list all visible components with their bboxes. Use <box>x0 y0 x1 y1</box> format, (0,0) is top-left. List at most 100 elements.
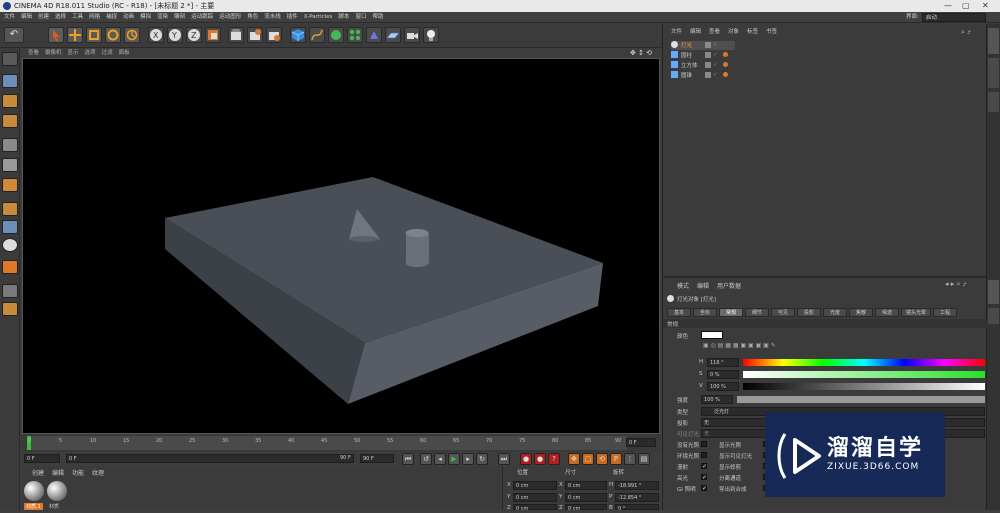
material-tag-icon[interactable] <box>723 72 728 77</box>
enabled-check[interactable]: ✓ <box>713 61 718 70</box>
viewport-menu-cameras[interactable]: 摄像机 <box>45 48 62 58</box>
tab-photometric[interactable]: 光度 <box>823 308 847 317</box>
saturation-slider[interactable] <box>743 371 985 378</box>
menu-snap[interactable]: 捕捉 <box>106 12 117 23</box>
3d-viewport[interactable] <box>22 58 660 434</box>
tab-shadow[interactable]: 投影 <box>797 308 821 317</box>
points-mode-icon[interactable] <box>2 138 18 152</box>
grid-icon[interactable] <box>2 302 18 316</box>
recent-tool-icon[interactable] <box>124 27 140 43</box>
move-icon[interactable] <box>67 27 83 43</box>
obj-menu-bookmarks[interactable]: 书签 <box>766 24 777 40</box>
tab-lens-flare[interactable]: 镜头光晕 <box>901 308 931 317</box>
tab-coord[interactable]: 坐标 <box>693 308 717 317</box>
enabled-check[interactable]: ✓ <box>713 41 718 50</box>
goto-start-button[interactable]: ⏮ <box>402 453 414 465</box>
attr-menu-edit[interactable]: 编辑 <box>697 283 709 290</box>
next-keyframe-button[interactable]: ↻ <box>476 453 488 465</box>
menu-motion-tracker[interactable]: 运动跟踪 <box>191 12 213 23</box>
menu-character[interactable]: 角色 <box>247 12 258 23</box>
value-field[interactable]: 100 % <box>707 382 739 391</box>
position-z-field[interactable]: 0 cm <box>513 504 557 512</box>
key-scale-button[interactable]: ▢ <box>582 453 594 465</box>
record-button[interactable]: ● <box>520 453 532 465</box>
render-to-picture-viewer-icon[interactable] <box>247 27 263 43</box>
intensity-field[interactable]: 100 % <box>701 395 733 404</box>
key-rotation-button[interactable]: ⟲ <box>596 453 608 465</box>
obj-menu-objects[interactable]: 对象 <box>728 24 739 40</box>
goto-end-button[interactable]: ⏭ <box>498 453 510 465</box>
menu-help[interactable]: 帮助 <box>372 12 383 23</box>
object-row-cone[interactable]: 圆锥 ✓ <box>671 71 728 80</box>
tweak-mode-icon[interactable] <box>2 220 18 234</box>
visibility-toggle[interactable] <box>705 42 711 48</box>
camera-icon[interactable] <box>404 27 420 43</box>
menu-render[interactable]: 渲染 <box>157 12 168 23</box>
polygons-mode-icon[interactable] <box>2 178 18 192</box>
object-row-cube[interactable]: 立方体 ✓ <box>671 61 728 70</box>
tab-basic[interactable]: 基本 <box>667 308 691 317</box>
make-editable-icon[interactable] <box>2 52 18 66</box>
minimize-button[interactable]: — <box>944 0 952 12</box>
side-tab-objects[interactable] <box>988 28 999 54</box>
key-position-button[interactable]: ✥ <box>568 453 580 465</box>
undo-button[interactable]: ↶ <box>4 27 24 43</box>
tab-project[interactable]: 工程 <box>933 308 957 317</box>
rotation-p-field[interactable]: -12.854 ° <box>615 493 659 502</box>
menu-plugins[interactable]: 插件 <box>287 12 298 23</box>
obj-menu-tags[interactable]: 标签 <box>747 24 758 40</box>
material-swatch[interactable] <box>24 481 44 501</box>
render-view-icon[interactable] <box>228 27 244 43</box>
attr-menu-userdata[interactable]: 用户数据 <box>717 283 741 290</box>
attr-menu-mode[interactable]: 模式 <box>677 283 689 290</box>
end-frame-field[interactable]: 90 F <box>338 454 354 463</box>
render-settings-icon[interactable] <box>266 27 282 43</box>
enabled-check[interactable]: ✓ <box>713 51 718 60</box>
prev-keyframe-button[interactable]: ↺ <box>420 453 432 465</box>
color-swatch[interactable] <box>701 331 723 339</box>
next-frame-button[interactable]: ▸ <box>462 453 474 465</box>
side-tab-layers[interactable] <box>988 308 999 324</box>
scheme-button[interactable]: ▤ <box>638 453 650 465</box>
menu-animate[interactable]: 动画 <box>123 12 134 23</box>
visibility-toggle[interactable] <box>705 72 711 78</box>
hue-slider[interactable] <box>743 359 985 366</box>
option-checkbox[interactable] <box>701 452 707 458</box>
autokey-button[interactable]: ● <box>534 453 546 465</box>
workplane-icon[interactable] <box>2 284 18 298</box>
hue-field[interactable]: 116 ° <box>707 358 739 367</box>
maximize-button[interactable]: ▢ <box>962 0 970 12</box>
tab-visibility[interactable]: 可见 <box>771 308 795 317</box>
position-y-field[interactable]: 0 cm <box>513 493 557 502</box>
live-select-icon[interactable] <box>48 27 64 43</box>
attr-nav-icons[interactable]: ◂ ▸ ⌕ ⤴ <box>945 280 967 289</box>
viewport-menu-panel[interactable]: 面板 <box>119 48 130 58</box>
tab-caustics[interactable]: 焦散 <box>849 308 873 317</box>
snap-icon[interactable] <box>2 238 18 252</box>
obj-menu-file[interactable]: 文件 <box>671 24 682 40</box>
rotate-icon[interactable] <box>105 27 121 43</box>
material-menu-create[interactable]: 创建 <box>32 470 44 477</box>
material-swatch[interactable] <box>47 481 67 501</box>
option-checkbox[interactable]: ✓ <box>701 474 707 481</box>
side-tab-structure[interactable] <box>988 92 999 112</box>
material-tag-icon[interactable] <box>723 62 728 67</box>
saturation-field[interactable]: 0 % <box>707 370 739 379</box>
prev-frame-button[interactable]: ◂ <box>434 453 446 465</box>
rotation-b-field[interactable]: 0 ° <box>615 504 659 512</box>
obj-manager-nav-icons[interactable]: ⌕ ⤴ <box>961 28 971 37</box>
menu-sculpt[interactable]: 雕刻 <box>174 12 185 23</box>
tab-details[interactable]: 细节 <box>745 308 769 317</box>
texture-mode-icon[interactable] <box>2 94 18 108</box>
material-menu-function[interactable]: 功能 <box>72 470 84 477</box>
axis-mode-icon[interactable] <box>2 202 18 216</box>
menu-pipeline[interactable]: 流水线 <box>264 12 281 23</box>
option-checkbox[interactable] <box>701 441 707 447</box>
size-x-field[interactable]: 0 cm <box>565 481 607 490</box>
scale-icon[interactable] <box>86 27 102 43</box>
viewport-menu-view[interactable]: 查看 <box>28 48 39 58</box>
object-row-cylinder[interactable]: 圆柱 ✓ <box>671 51 728 60</box>
side-tab-attributes[interactable] <box>988 280 999 304</box>
menu-select[interactable]: 选择 <box>55 12 66 23</box>
close-button[interactable]: ✕ <box>982 0 989 12</box>
